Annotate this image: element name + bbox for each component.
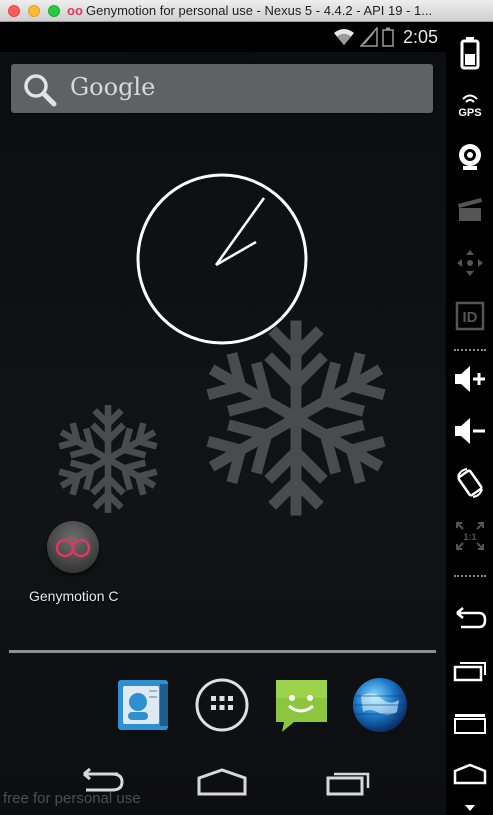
status-clock: 2:05 (402, 27, 438, 47)
dock-divider (9, 650, 436, 653)
rotate-icon (456, 468, 483, 498)
back-icon (455, 607, 486, 629)
sidebar-separator (454, 575, 486, 580)
android-home-button[interactable] (449, 756, 490, 794)
snowflake-large-wallpaper (206, 320, 386, 516)
id-label: ID (462, 309, 477, 326)
all-apps-button[interactable] (193, 676, 251, 734)
device-id-button[interactable]: ID (449, 297, 490, 335)
home-icon (453, 763, 486, 785)
search-icon (24, 74, 57, 107)
genymotion-icon (55, 538, 91, 558)
all-apps-icon (195, 678, 249, 732)
sidebar-separator (454, 349, 486, 354)
volume-up-icon (454, 366, 485, 392)
pixel-perfect-icon: 1:1 (455, 522, 484, 550)
pixel-perfect-label: 1:1 (463, 532, 476, 542)
rotate-button[interactable] (449, 464, 490, 502)
wifi-icon (334, 29, 354, 45)
android-menu-button[interactable] (449, 704, 490, 742)
android-screen: 2:05 Google Genymotion C free for person… (0, 22, 446, 815)
genymotion-app-label: Genymotion C (29, 588, 119, 604)
maximize-window-button[interactable] (48, 5, 60, 17)
pixel-perfect-button[interactable]: 1:1 (449, 517, 490, 555)
window-titlebar: oo Genymotion for personal use - Nexus 5… (0, 0, 493, 22)
hour-hand (215, 240, 257, 267)
id-icon: ID (455, 301, 484, 331)
recents-icon (453, 662, 486, 682)
status-bar: 2:05 (0, 22, 446, 52)
google-search-bar[interactable]: Google (11, 64, 433, 113)
android-back-button[interactable] (449, 600, 490, 638)
signal-icon (360, 27, 378, 47)
screencast-button[interactable] (449, 190, 490, 228)
volume-up-button[interactable] (449, 360, 490, 398)
genymotion-logo-icon: oo (67, 3, 83, 18)
dpad-button[interactable] (449, 244, 490, 282)
volume-down-icon (454, 418, 485, 444)
recents-icon[interactable] (320, 768, 374, 798)
close-window-button[interactable] (8, 5, 20, 17)
messaging-dock-icon[interactable] (272, 676, 330, 734)
home-icon[interactable] (195, 768, 249, 798)
menu-icon (453, 714, 486, 734)
battery-button[interactable] (449, 34, 490, 72)
contacts-icon (118, 680, 168, 730)
snowflake-small-wallpaper (58, 405, 158, 513)
battery-icon (460, 37, 479, 70)
messaging-icon (276, 680, 327, 732)
minute-hand (214, 197, 266, 266)
android-recents-button[interactable] (449, 652, 490, 690)
webcam-icon (458, 144, 481, 170)
screencast-icon (457, 198, 482, 221)
sidebar-scroll-down-icon[interactable] (464, 804, 476, 812)
google-search-label: Google (70, 73, 156, 101)
genymotion-sidebar: GPS ID 1:1 (446, 22, 493, 815)
contacts-dock-icon[interactable] (114, 676, 172, 734)
minimize-window-button[interactable] (28, 5, 40, 17)
dpad-icon (456, 250, 483, 276)
gps-icon: GPS (458, 94, 481, 119)
browser-dock-icon[interactable] (351, 676, 409, 734)
gps-label: GPS (458, 107, 481, 119)
browser-icon (353, 678, 407, 732)
volume-down-button[interactable] (449, 412, 490, 450)
personal-use-watermark: free for personal use (3, 790, 141, 807)
window-title: Genymotion for personal use - Nexus 5 - … (86, 3, 433, 18)
battery-icon (382, 27, 394, 47)
gps-button[interactable]: GPS (449, 86, 490, 124)
webcam-button[interactable] (449, 138, 490, 176)
genymotion-app-icon[interactable] (47, 521, 99, 573)
